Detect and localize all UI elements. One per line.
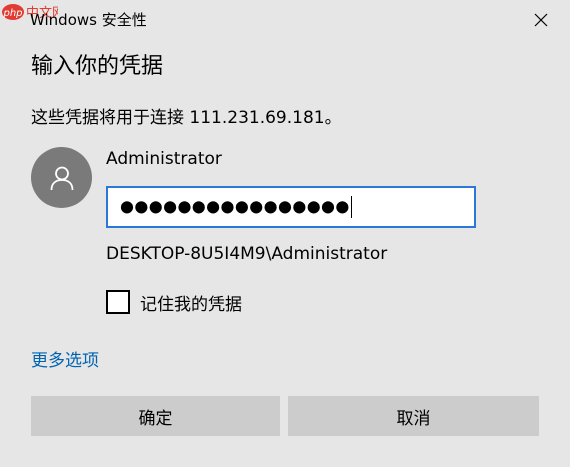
cancel-button[interactable]: 取消 xyxy=(288,396,539,436)
text-caret xyxy=(350,196,352,218)
ok-button[interactable]: 确定 xyxy=(31,396,280,436)
title-bar: php 中文网 Windows 安全性 xyxy=(0,0,570,40)
user-avatar xyxy=(31,147,92,208)
remember-credentials[interactable]: 记住我的凭据 xyxy=(106,289,242,315)
remember-label: 记住我的凭据 xyxy=(140,294,242,315)
dialog-heading: 输入你的凭据 xyxy=(31,54,164,79)
more-options-link[interactable]: 更多选项 xyxy=(31,346,99,371)
remember-checkbox[interactable] xyxy=(106,290,130,314)
credential-dialog: php 中文网 Windows 安全性 输入你的凭据 这些凭据将用于连接 111… xyxy=(0,0,570,467)
password-value: ●●●●●●●●●●●●●●●● xyxy=(120,196,352,218)
window-title: Windows 安全性 xyxy=(30,11,147,29)
connection-description: 这些凭据将用于连接 111.231.69.181。 xyxy=(31,108,342,128)
password-mask: ●●●●●●●●●●●●●●●● xyxy=(120,196,350,216)
username-label: Administrator xyxy=(106,149,222,169)
domain-username: DESKTOP-8U5I4M9\Administrator xyxy=(106,244,388,264)
watermark-logo-text: php xyxy=(2,8,22,19)
close-button[interactable] xyxy=(525,6,557,34)
close-icon xyxy=(534,13,548,27)
password-field[interactable]: ●●●●●●●●●●●●●●●● xyxy=(106,186,476,228)
user-avatar-icon xyxy=(50,166,73,190)
